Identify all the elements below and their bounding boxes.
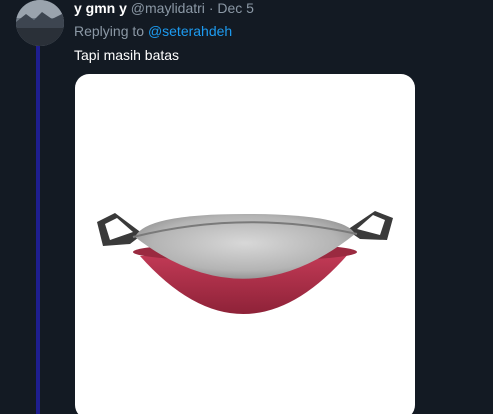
replying-to: Replying to @seterahdeh: [74, 23, 232, 39]
mention-link[interactable]: @seterahdeh: [148, 23, 232, 39]
replying-prefix: Replying to: [74, 23, 145, 39]
tweet[interactable]: y gmn y @maylidatri · Dec 5 Replying to …: [0, 0, 493, 414]
separator-dot: ·: [208, 0, 214, 16]
tweet-text: Tapi masih batas: [74, 47, 180, 63]
avatar[interactable]: [16, 0, 64, 46]
thread-line: [36, 46, 40, 414]
display-name[interactable]: y gmn y: [74, 0, 127, 16]
tweet-media[interactable]: [75, 74, 415, 414]
tweet-date[interactable]: Dec 5: [217, 0, 254, 16]
avatar-image: [16, 0, 64, 46]
wok-pan-image: [97, 211, 393, 315]
user-handle[interactable]: @maylidatri: [131, 0, 205, 16]
tweet-header: y gmn y @maylidatri · Dec 5: [74, 0, 254, 16]
